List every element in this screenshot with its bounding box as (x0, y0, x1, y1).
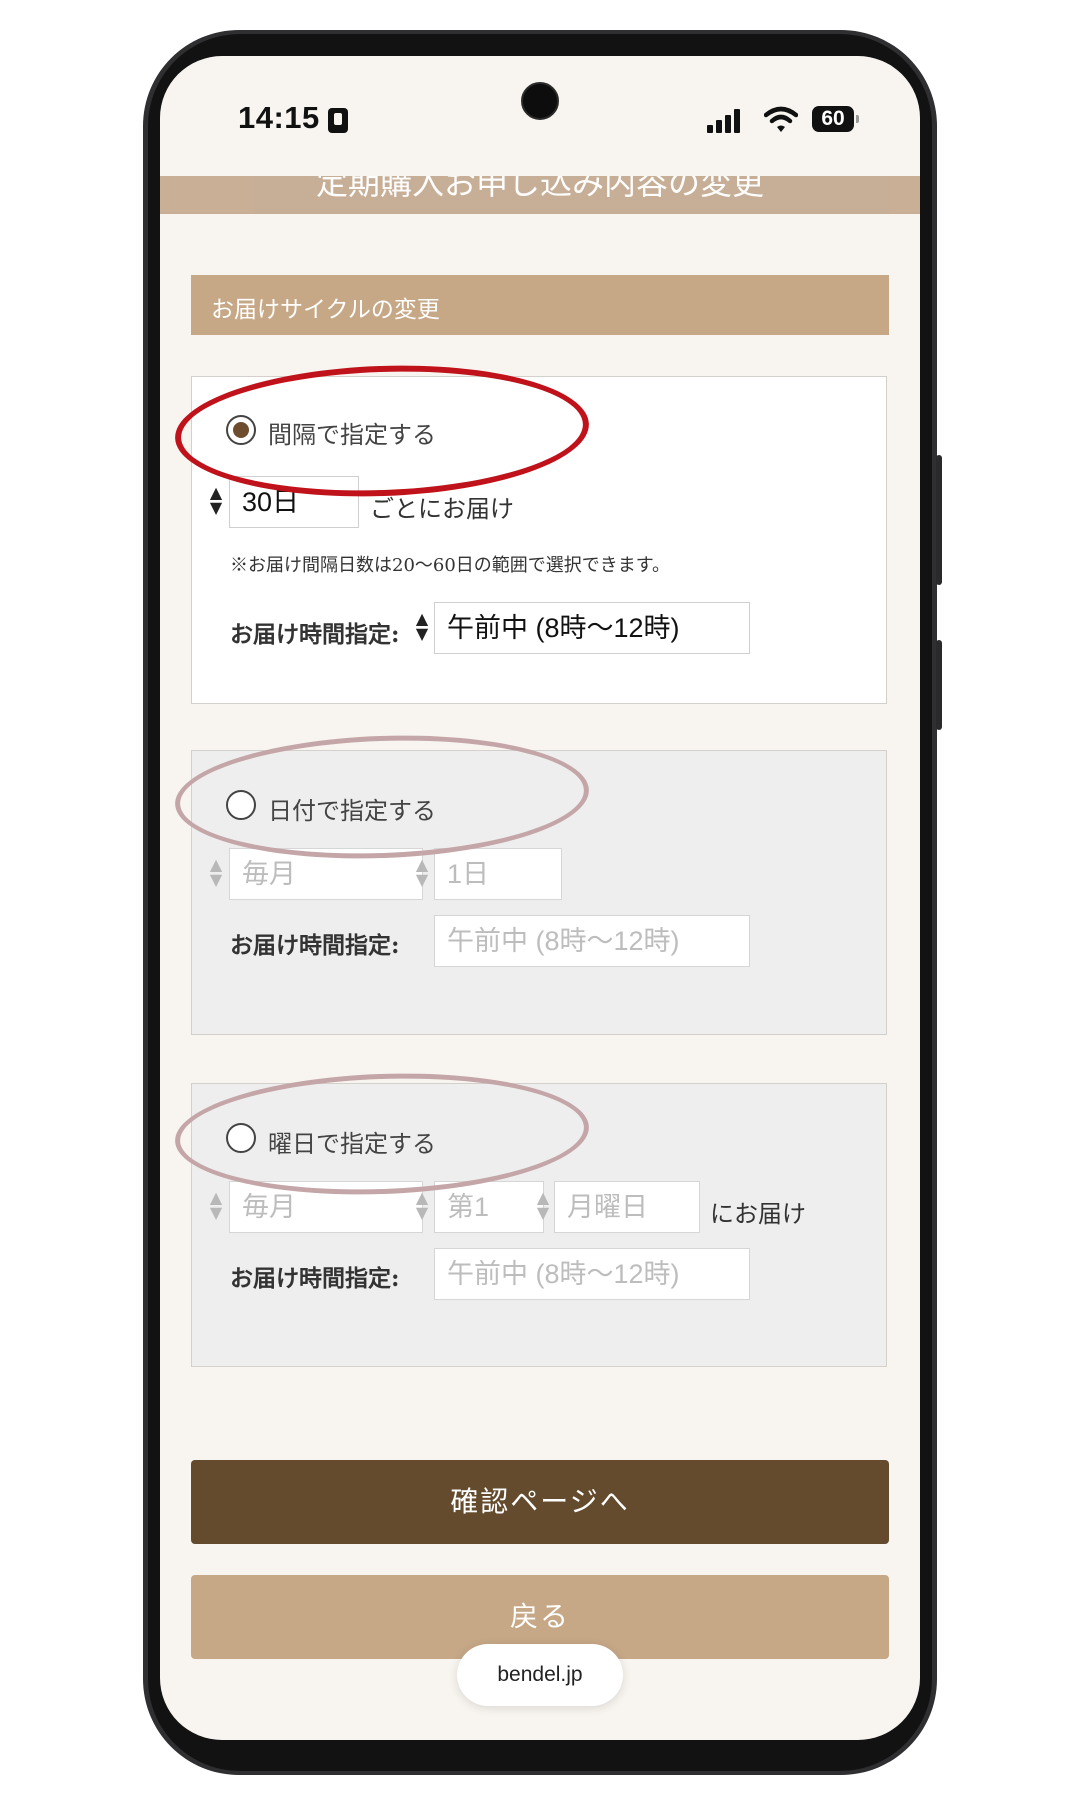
radio-weekday[interactable] (226, 1123, 256, 1153)
section-title: お届けサイクルの変更 (211, 297, 440, 323)
delivery-time-label: お届け時間指定: (230, 932, 400, 959)
option-interval-panel: 間隔で指定する ▲ ▼ 30日 ごとにお届け ※お届け間隔日数は20〜60日の範囲… (191, 376, 887, 704)
radio-date[interactable] (226, 790, 256, 820)
phone-screen: 14:15 60 定期購入お申し込み内容の変更 お届けサイクルの変更 間隔で指定… (160, 56, 920, 1740)
delivery-time-select[interactable]: 午前中 (8時〜12時) (434, 602, 750, 654)
signal-icon (707, 109, 741, 133)
wifi-icon (764, 106, 798, 132)
page-title: 定期購入お申し込み内容の変更 (315, 176, 764, 202)
section-title-bar: お届けサイクルの変更 (191, 275, 889, 335)
delivery-time-select[interactable]: 午前中 (8時〜12時) (434, 915, 750, 967)
chevron-updown-icon: ▲ ▼ (415, 609, 429, 643)
volume-button (936, 455, 942, 585)
delivery-time-label: お届け時間指定: (230, 621, 400, 648)
chevron-updown-icon: ▲ ▼ (415, 1188, 429, 1222)
chevron-updown-icon: ▲ ▼ (209, 1188, 223, 1222)
power-button (936, 640, 942, 730)
weekday-suffix: にお届け (710, 1200, 806, 1228)
weekday-month-select[interactable]: 毎月 (229, 1181, 423, 1233)
chevron-updown-icon: ▲ ▼ (536, 1188, 550, 1222)
option-date-label: 日付で指定する (268, 797, 436, 825)
sim-icon (328, 108, 348, 133)
interval-select[interactable]: 30日 (229, 476, 359, 528)
option-weekday-label: 曜日で指定する (268, 1130, 436, 1158)
status-time: 14:15 (238, 100, 320, 135)
date-month-select[interactable]: 毎月 (229, 848, 423, 900)
chevron-updown-icon: ▲ ▼ (209, 483, 223, 517)
interval-note: ※お届け間隔日数は20〜60日の範囲で選択できます。 (230, 555, 671, 576)
delivery-time-select[interactable]: 午前中 (8時〜12時) (434, 1248, 750, 1300)
date-day-select[interactable]: 1日 (434, 848, 562, 900)
browser-url-pill[interactable]: bendel.jp (457, 1644, 623, 1706)
option-weekday-panel: 曜日で指定する ▲ ▼ 毎月 ▲ ▼ 第1 ▲ ▼ 月曜日 にお届け お届け時間指定:… (191, 1083, 887, 1367)
battery-icon: 60 (812, 106, 859, 132)
page-header: 定期購入お申し込み内容の変更 (160, 176, 920, 214)
chevron-updown-icon: ▲ ▼ (209, 855, 223, 889)
confirm-page-button[interactable]: 確認ページへ (191, 1460, 889, 1544)
option-interval-label: 間隔で指定する (268, 421, 436, 449)
front-camera (521, 82, 559, 120)
interval-suffix: ごとにお届け (370, 495, 514, 523)
weekday-week-select[interactable]: 第1 (434, 1181, 544, 1233)
delivery-time-label: お届け時間指定: (230, 1265, 400, 1292)
option-date-panel: 日付で指定する ▲ ▼ 毎月 ▲ ▼ 1日 お届け時間指定: 午前中 (8時〜12時… (191, 750, 887, 1035)
weekday-day-select[interactable]: 月曜日 (554, 1181, 700, 1233)
radio-interval[interactable] (226, 415, 256, 445)
chevron-updown-icon: ▲ ▼ (415, 855, 429, 889)
